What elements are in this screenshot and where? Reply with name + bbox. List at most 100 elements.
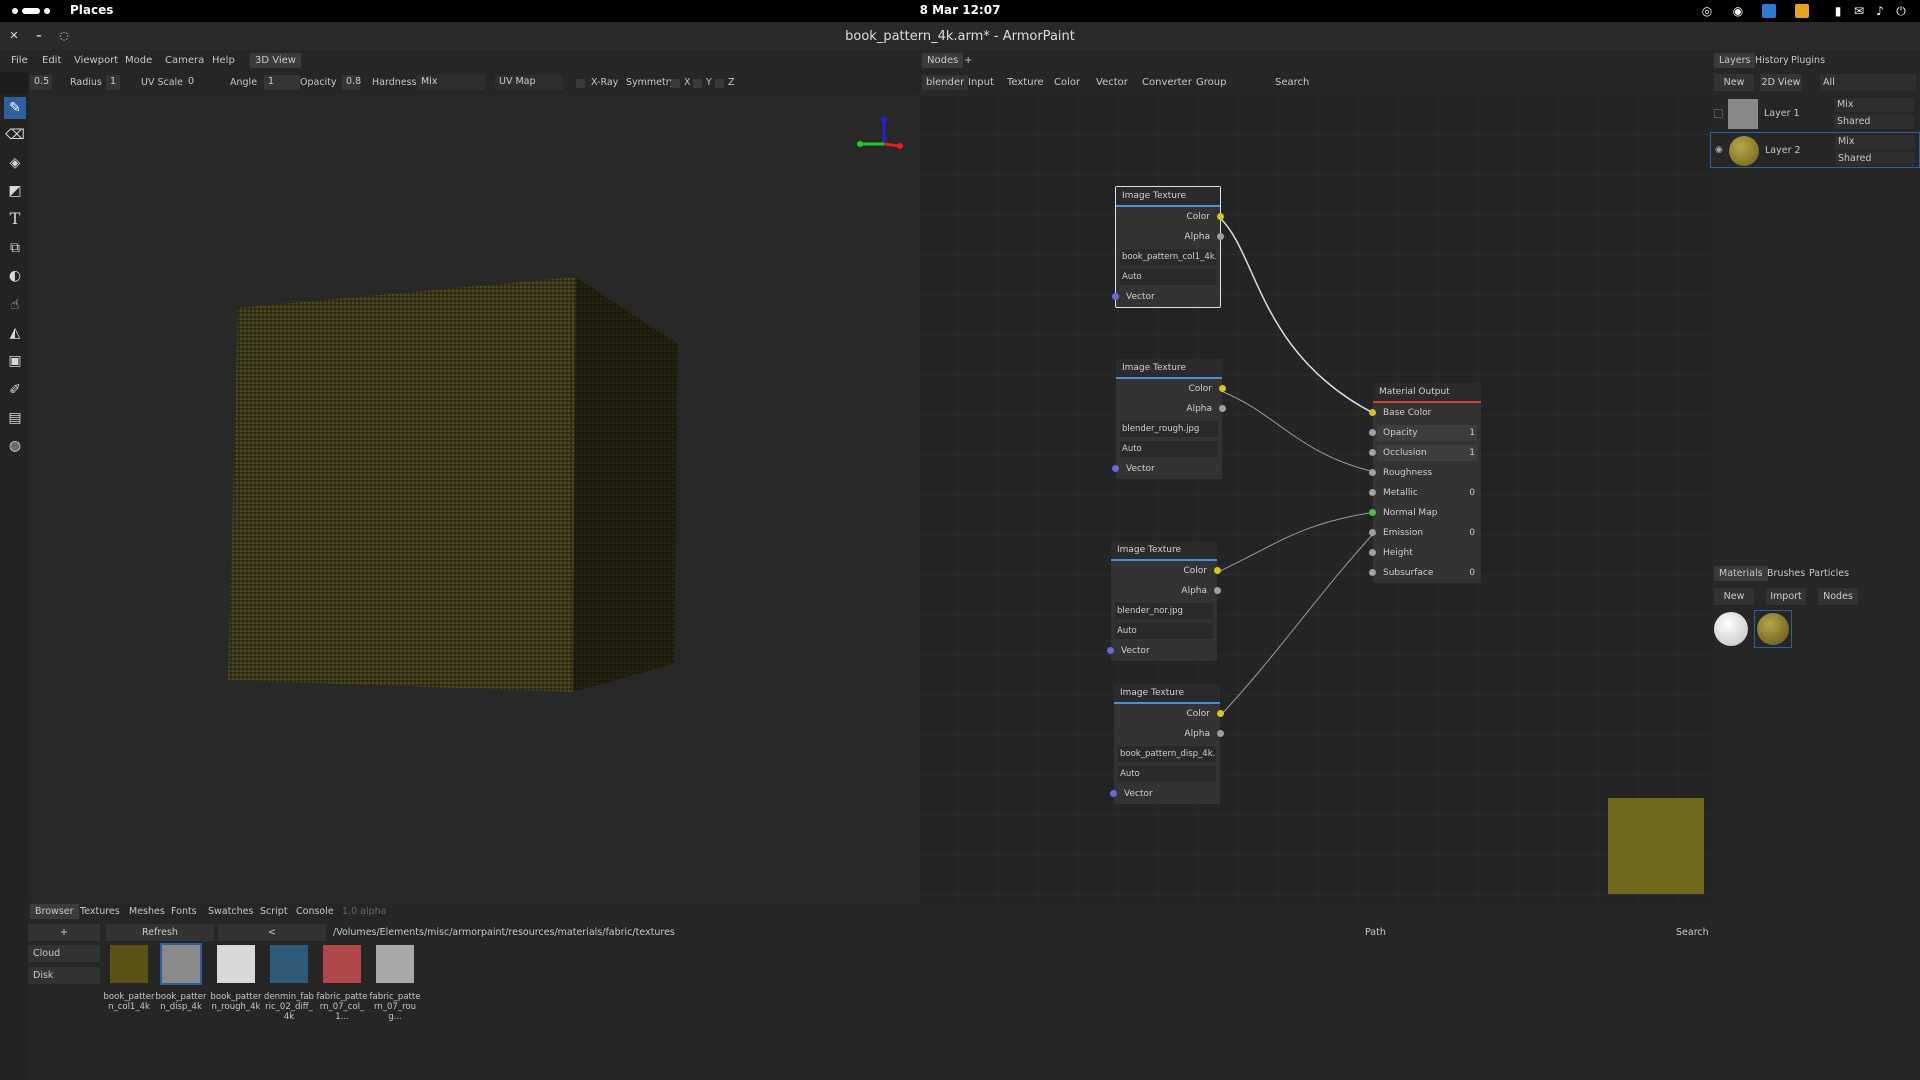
path-field[interactable]: /Volumes/Elements/misc/armorpaint/resour… — [333, 927, 675, 938]
node-title[interactable]: Image Texture — [1116, 359, 1222, 379]
occlusion-input-socket[interactable] — [1369, 449, 1376, 456]
tab-brushes[interactable]: Brushes — [1767, 568, 1805, 579]
volume-icon[interactable]: ♪ — [1873, 4, 1887, 18]
alpha-output-socket[interactable] — [1217, 730, 1224, 737]
file-thumbnail[interactable] — [217, 945, 255, 983]
projection-dropdown[interactable]: Auto — [1118, 766, 1216, 782]
smudge-icon[interactable]: ☝ — [4, 294, 26, 316]
tab-particles[interactable]: Particles — [1809, 568, 1849, 579]
file-thumbnail[interactable] — [110, 945, 148, 983]
projection-dropdown[interactable]: Auto — [1120, 441, 1218, 457]
add-location-button[interactable]: + — [28, 924, 100, 941]
uv-map-dropdown[interactable]: UV Map — [495, 75, 563, 90]
menu-camera[interactable]: Camera — [165, 55, 204, 66]
color-output-socket[interactable] — [1214, 567, 1221, 574]
clone-icon[interactable]: ⧉ — [4, 237, 26, 259]
mail-icon[interactable]: ✉ — [1852, 4, 1866, 18]
node-search[interactable]: Search — [1275, 77, 1309, 88]
opacity-field[interactable]: 0.8 — [342, 75, 361, 90]
3d-viewport[interactable] — [28, 94, 918, 902]
new-layer-button[interactable]: New — [1714, 74, 1754, 91]
xray-checkbox[interactable] — [576, 79, 585, 88]
node-title[interactable]: Image Texture — [1111, 541, 1217, 561]
alpha-output-socket[interactable] — [1217, 233, 1224, 240]
vector-input-socket[interactable] — [1112, 293, 1119, 300]
base-color-input-socket[interactable] — [1369, 409, 1376, 416]
layer-row-2[interactable]: ◉ Layer 2 Mix Shared — [1710, 132, 1920, 168]
color-output-socket[interactable] — [1217, 213, 1224, 220]
gizmo-icon[interactable]: ◍ — [4, 435, 26, 457]
menu-edit[interactable]: Edit — [42, 55, 61, 66]
emission-input-socket[interactable] — [1369, 529, 1376, 536]
brush-size-field[interactable]: 0.5 — [30, 75, 52, 90]
alpha-output-socket[interactable] — [1214, 587, 1221, 594]
image-texture-node-1[interactable]: Image Texture Color Alpha book_pattern_c… — [1112, 186, 1224, 308]
layer-name[interactable]: Layer 2 — [1765, 145, 1801, 156]
tab-console[interactable]: Console — [296, 906, 334, 917]
tab-layers[interactable]: Layers — [1714, 53, 1756, 68]
symmetry-y-checkbox[interactable] — [693, 79, 702, 88]
blur-icon[interactable]: ◐ — [4, 265, 26, 287]
discord-icon[interactable]: ◉ — [1731, 4, 1745, 18]
node-title[interactable]: Image Texture — [1116, 187, 1220, 207]
node-menu-group[interactable]: Group — [1196, 77, 1226, 88]
layer-name[interactable]: Layer 1 — [1764, 108, 1800, 119]
projection-dropdown[interactable]: Auto — [1115, 623, 1213, 639]
alpha-output-socket[interactable] — [1219, 405, 1226, 412]
new-material-button[interactable]: New — [1714, 588, 1754, 605]
search-field[interactable]: Search — [1676, 927, 1709, 938]
layer-filter-dropdown[interactable]: All — [1820, 74, 1916, 91]
image-file-dropdown[interactable]: book_pattern_disp_4k.png — [1118, 746, 1216, 762]
image-texture-node-4[interactable]: Image Texture Color Alpha book_pattern_d… — [1110, 684, 1224, 804]
bake-icon[interactable]: ▣ — [4, 350, 26, 372]
tab-plugins[interactable]: Plugins — [1791, 55, 1825, 66]
node-group-dropdown[interactable]: blender — [922, 75, 969, 90]
color-output-socket[interactable] — [1219, 385, 1226, 392]
image-file-dropdown[interactable]: book_pattern_col1_4k.png — [1120, 249, 1216, 265]
menu-help[interactable]: Help — [212, 55, 235, 66]
material-output-node[interactable]: Material Output Base Color Opacity 1 Occl… — [1369, 383, 1481, 583]
import-material-button[interactable]: Import — [1766, 588, 1806, 605]
material-slot-default[interactable] — [1714, 612, 1748, 646]
image-texture-node-3[interactable]: Image Texture Color Alpha blender_nor.jp… — [1107, 541, 1221, 661]
decal-icon[interactable]: ◩ — [4, 180, 26, 202]
vector-input-socket[interactable] — [1110, 790, 1117, 797]
image-file-dropdown[interactable]: blender_nor.jpg — [1115, 603, 1213, 619]
color-output-socket[interactable] — [1217, 710, 1224, 717]
metallic-input-socket[interactable] — [1369, 489, 1376, 496]
file-thumbnail[interactable] — [323, 945, 361, 983]
back-button[interactable]: < — [218, 924, 326, 941]
node-menu-color[interactable]: Color — [1054, 77, 1080, 88]
image-file-dropdown[interactable]: blender_rough.jpg — [1120, 421, 1218, 437]
tab-meshes[interactable]: Meshes — [129, 906, 165, 917]
file-thumbnail[interactable] — [270, 945, 308, 983]
tab-script[interactable]: Script — [260, 906, 288, 917]
brush-icon[interactable]: ✎ — [4, 97, 26, 119]
file-thumbnail[interactable] — [376, 945, 414, 983]
sync-icon[interactable]: ◎ — [1700, 4, 1714, 18]
refresh-button[interactable]: Refresh — [106, 924, 214, 941]
clipboard-icon[interactable]: ▮ — [1831, 4, 1845, 18]
eye-icon[interactable]: ◉ — [1715, 145, 1725, 155]
blend-mode-dropdown[interactable]: Mix — [417, 75, 485, 90]
height-input-socket[interactable] — [1369, 549, 1376, 556]
node-title[interactable]: Material Output — [1373, 383, 1481, 403]
layer-blend-dropdown[interactable]: Mix — [1835, 135, 1915, 149]
layer-mode-dropdown[interactable]: Shared — [1834, 115, 1914, 129]
tab-textures[interactable]: Textures — [80, 906, 120, 917]
tab-history[interactable]: History — [1755, 55, 1789, 66]
opacity-input-socket[interactable] — [1369, 429, 1376, 436]
tab-3d-view[interactable]: 3D View — [250, 53, 301, 68]
node-menu-converter[interactable]: Converter — [1142, 77, 1192, 88]
material-icon[interactable]: ▤ — [4, 407, 26, 429]
layer-mode-dropdown[interactable]: Shared — [1835, 152, 1915, 166]
menu-viewport[interactable]: Viewport — [74, 55, 118, 66]
subsurface-input-socket[interactable] — [1369, 569, 1376, 576]
particle-icon[interactable]: ◭ — [4, 322, 26, 344]
uv-scale-field[interactable]: 0 — [184, 75, 224, 90]
symmetry-x-checkbox[interactable] — [671, 79, 680, 88]
text-icon[interactable]: T — [4, 208, 26, 230]
layer-row-1[interactable]: Layer 1 Mix Shared — [1710, 96, 1920, 132]
add-node-tab-button[interactable]: + — [964, 55, 972, 66]
radius-field[interactable]: 1 — [106, 75, 120, 90]
